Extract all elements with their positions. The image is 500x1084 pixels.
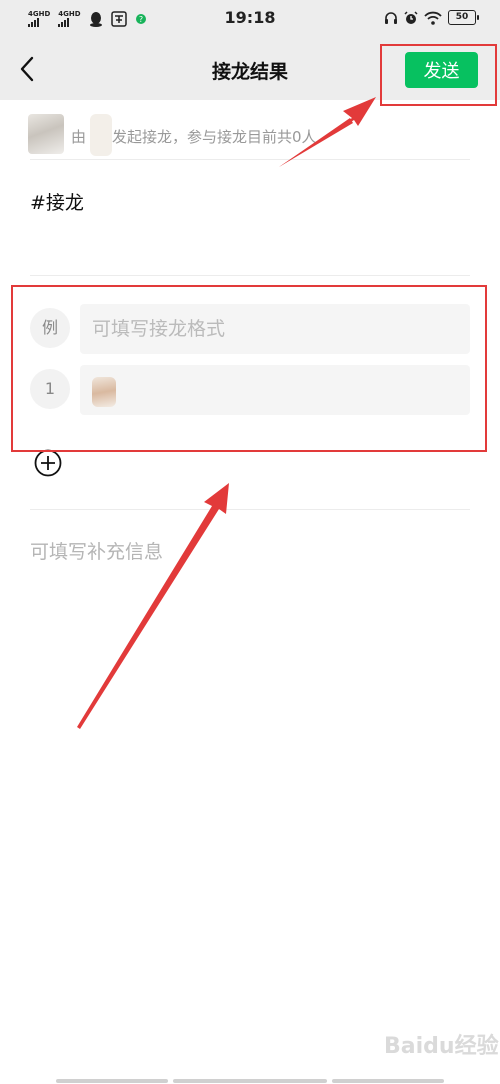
supplement-input[interactable]: 可填写补充信息	[30, 537, 163, 564]
home-indicator	[56, 1079, 168, 1083]
battery-indicator: 50	[448, 10, 479, 25]
send-button[interactable]: 发送	[405, 52, 478, 88]
watermark: Baidu经验	[384, 1034, 499, 1059]
list-item-example: 例 可填写接龙格式	[30, 304, 470, 354]
wifi-icon	[424, 11, 442, 25]
home-indicator	[332, 1079, 444, 1083]
home-indicator	[173, 1079, 327, 1083]
creator-info: 由 发起接龙，参与接龙目前共0人	[28, 112, 470, 160]
entry-number: 例	[30, 308, 70, 348]
creator-name-blurred	[90, 114, 112, 156]
avatar	[28, 114, 64, 154]
list-item: 1	[30, 365, 470, 415]
user-avatar-blurred	[92, 377, 116, 407]
divider	[30, 509, 470, 510]
topic-text[interactable]: #接龙	[30, 188, 84, 215]
entry-number: 1	[30, 369, 70, 409]
status-right: 50	[384, 10, 479, 25]
entry-input[interactable]	[80, 365, 470, 415]
plus-circle-icon	[34, 449, 62, 477]
info-prefix: 由	[71, 128, 87, 146]
divider	[30, 159, 470, 160]
alarm-icon	[404, 10, 418, 24]
divider	[30, 275, 470, 276]
headphones-icon	[385, 11, 397, 24]
add-entry-button[interactable]	[34, 449, 62, 477]
nav-bar: 接龙结果 发送	[0, 38, 500, 100]
format-input[interactable]: 可填写接龙格式	[80, 304, 470, 354]
info-text: 发起接龙，参与接龙目前共0人	[112, 128, 317, 146]
annotation-arrow-entries	[77, 483, 229, 729]
status-bar: 4GHD 4GHD ? 19:18 50	[0, 0, 500, 38]
